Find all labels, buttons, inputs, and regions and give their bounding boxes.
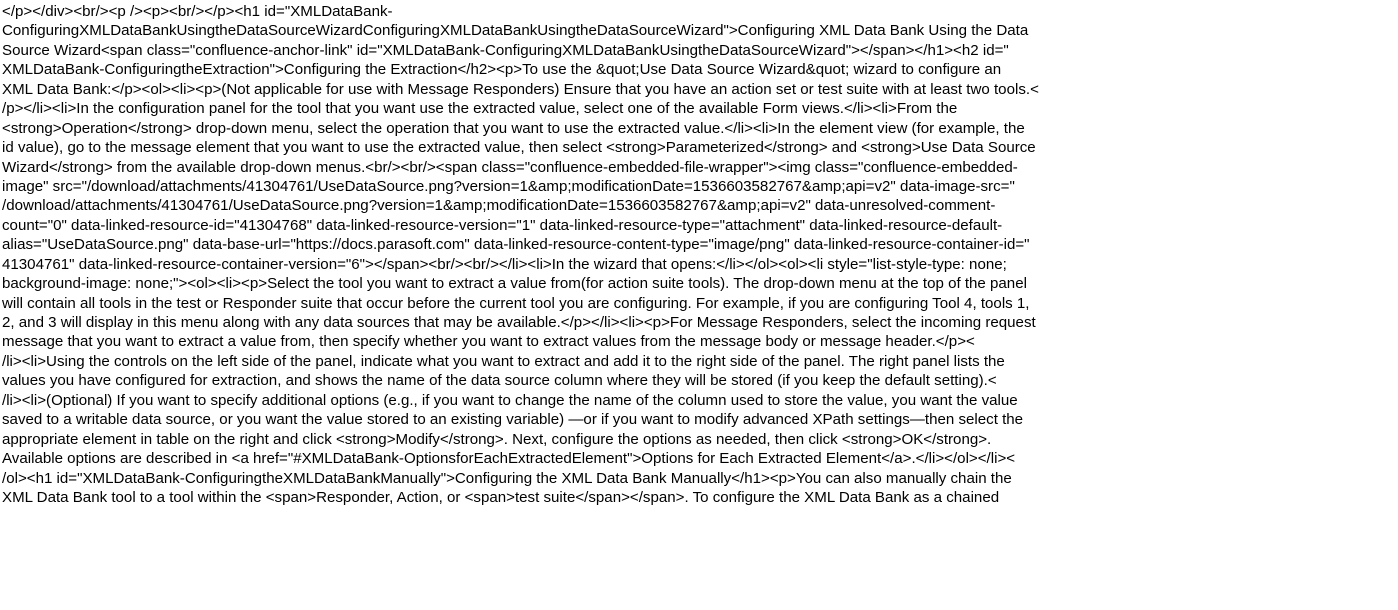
text-line-02: ConfiguringXMLDataBankUsingtheDataSource… — [2, 22, 1029, 40]
text-line-21: /li><li>(Optional) If you want to specif… — [2, 391, 1018, 409]
text-line-18: message that you want to extract a value… — [2, 333, 975, 351]
text-line-13: alias="UseDataSource.png" data-base-url=… — [2, 236, 1030, 254]
text-line-25: /ol><h1 id="XMLDataBank-ConfiguringtheXM… — [2, 469, 1012, 487]
raw-html-source-text: </p></div><br/><p /><p><br/></p><h1 id="… — [2, 2, 1396, 507]
text-line-19: /li><li>Using the controls on the left s… — [2, 352, 1005, 370]
text-line-06: /p></li><li>In the configuration panel f… — [2, 100, 958, 118]
text-line-04: XMLDataBank-ConfiguringtheExtraction">Co… — [2, 61, 1002, 79]
text-line-05: XML Data Bank:</p><ol><li><p>(Not applic… — [2, 80, 1039, 98]
text-line-07: <strong>Operation</strong> drop-down men… — [2, 119, 1025, 137]
text-line-15: background-image: none;"><ol><li><p>Sele… — [2, 275, 1027, 293]
text-line-14: 41304761" data-linked-resource-container… — [2, 255, 1007, 273]
text-line-03: Source Wizard<span class="confluence-anc… — [2, 41, 1009, 59]
text-line-24: Available options are described in <a hr… — [2, 450, 1016, 468]
text-line-26: XML Data Bank tool to a tool within the … — [2, 488, 1000, 506]
text-line-17: 2, and 3 will display in this menu along… — [2, 314, 1036, 331]
text-line-22: saved to a writable data source, or you … — [2, 411, 1024, 429]
text-line-11: /download/attachments/41304761/UseDataSo… — [2, 197, 996, 215]
text-line-23: appropriate element in table on the righ… — [2, 430, 992, 448]
text-line-10: image" src="/download/attachments/413047… — [2, 177, 1015, 195]
text-line-20: values you have configured for extractio… — [2, 372, 997, 390]
text-line-09: Wizard</strong> from the available drop-… — [2, 158, 1018, 176]
text-line-12: count="0" data-linked-resource-id="41304… — [2, 216, 1003, 234]
text-line-01: </p></div><br/><p /><p><br/></p><h1 id="… — [2, 3, 393, 20]
document-page: </p></div><br/><p /><p><br/></p><h1 id="… — [0, 0, 1398, 610]
text-line-16: will contain all tools in the test or Re… — [2, 294, 1030, 312]
text-line-08: id value), go to the message element tha… — [2, 139, 1036, 157]
